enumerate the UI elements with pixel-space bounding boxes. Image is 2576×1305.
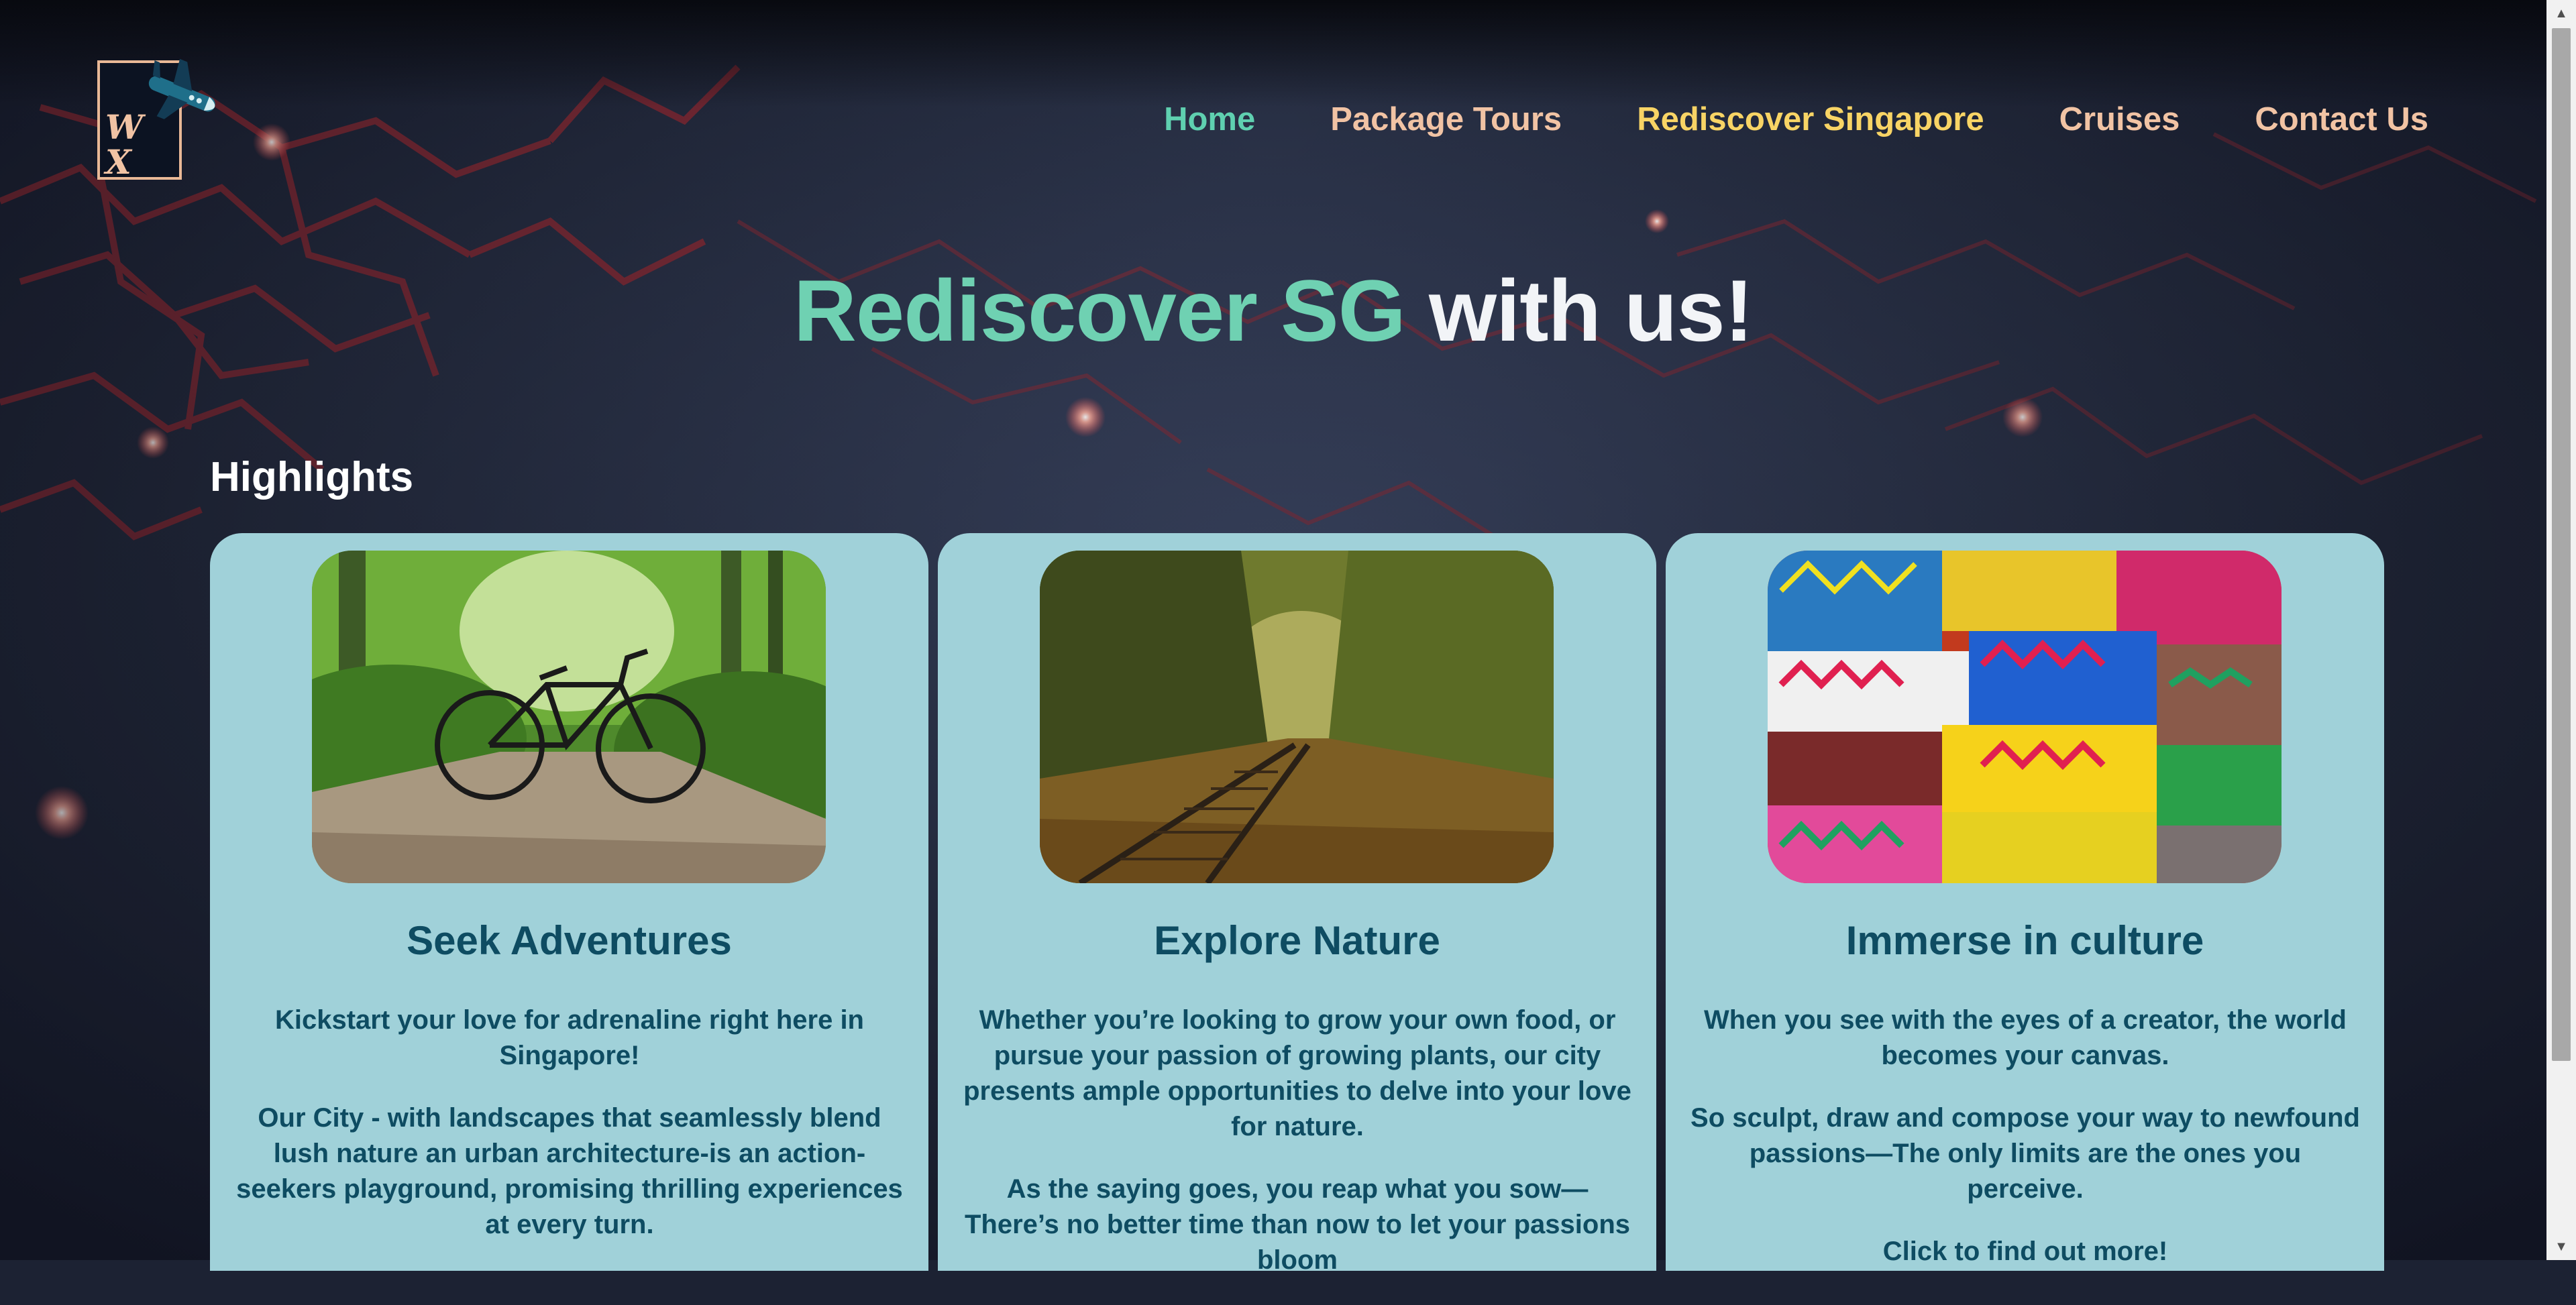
highlight-cards: Seek Adventures Kickstart your love for … bbox=[210, 533, 2384, 1275]
nav-home[interactable]: Home bbox=[1164, 101, 1255, 138]
nav-contact-us[interactable]: Contact Us bbox=[2255, 101, 2428, 138]
scrollbar-thumb[interactable] bbox=[2552, 28, 2571, 1061]
hero-title: Rediscover SG with us! bbox=[0, 260, 2546, 361]
card-image-textiles bbox=[1768, 551, 2282, 883]
nav-package-tours[interactable]: Package Tours bbox=[1330, 101, 1562, 138]
main-nav: Home Package Tours Rediscover Singapore … bbox=[1164, 101, 2428, 138]
card-paragraph: Whether you’re looking to grow your own … bbox=[963, 1005, 1631, 1141]
card-seek-adventures[interactable]: Seek Adventures Kickstart your love for … bbox=[210, 533, 928, 1271]
card-title: Immerse in culture bbox=[1845, 918, 2204, 963]
card-body: Whether you’re looking to grow your own … bbox=[962, 1003, 1633, 1305]
scroll-down-arrow-icon[interactable]: ▼ bbox=[2546, 1233, 2576, 1260]
hero-title-rest: with us! bbox=[1428, 262, 1754, 359]
logo-letter-x: X bbox=[105, 142, 131, 182]
hero-title-accent: Rediscover SG bbox=[793, 262, 1406, 359]
card-title: Explore Nature bbox=[1154, 918, 1440, 963]
logo-letter-w: W bbox=[105, 107, 144, 147]
card-image-bicycle bbox=[312, 551, 826, 883]
page-scrollbar[interactable]: ▲ ▼ bbox=[2546, 0, 2576, 1260]
highlights-heading: Highlights bbox=[210, 454, 414, 500]
nav-cruises[interactable]: Cruises bbox=[2059, 101, 2180, 138]
card-paragraph: So sculpt, draw and compose your way to … bbox=[1690, 1103, 2360, 1204]
card-title: Seek Adventures bbox=[407, 918, 732, 963]
card-immerse-in-culture[interactable]: Immerse in culture When you see with the… bbox=[1666, 533, 2384, 1271]
card-body: When you see with the eyes of a creator,… bbox=[1690, 1003, 2361, 1296]
scroll-up-arrow-icon[interactable]: ▲ bbox=[2546, 0, 2576, 27]
nav-rediscover-singapore[interactable]: Rediscover Singapore bbox=[1637, 101, 1984, 138]
card-paragraph: As the saying goes, you reap what you so… bbox=[965, 1174, 1630, 1275]
card-link-text[interactable]: Click to find out more! bbox=[1690, 1234, 2361, 1269]
card-body: Kickstart your love for adrenaline right… bbox=[234, 1003, 905, 1269]
card-paragraph: When you see with the eyes of a creator,… bbox=[1703, 1005, 2347, 1070]
card-paragraph: Our City - with landscapes that seamless… bbox=[236, 1103, 903, 1239]
site-logo[interactable]: W X bbox=[97, 58, 215, 180]
card-explore-nature[interactable]: Explore Nature Whether you’re looking to… bbox=[938, 533, 1656, 1275]
logo-letters: W X bbox=[105, 110, 159, 180]
card-image-railway bbox=[1040, 551, 1554, 883]
card-paragraph: Kickstart your love for adrenaline right… bbox=[274, 1005, 864, 1070]
